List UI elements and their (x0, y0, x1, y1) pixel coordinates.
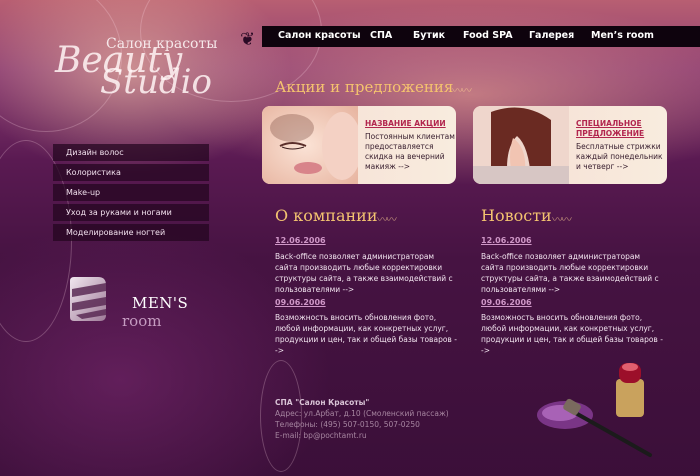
promo-card[interactable]: НАЗВАНИЕ АКЦИИ Постоянным клиентам предо… (262, 106, 456, 184)
wave-ornament-icon: 〰〰 (452, 84, 472, 97)
nav-item-boutique[interactable]: Бутик (413, 30, 445, 41)
footer-contacts: СПА "Салон Красоты" Адрес: ул.Арбат, д.1… (275, 397, 449, 441)
sidebar-item-makeup[interactable]: Make-up (53, 184, 209, 201)
news-entry-text: Back-office позволяет администраторам са… (481, 252, 659, 294)
sidebar-item-hand-foot-care[interactable]: Уход за руками и ногами (53, 204, 209, 221)
top-nav: Салон красоты СПА Бутик Food SPA Галерея… (262, 26, 700, 47)
sidebar-item-coloring[interactable]: Колористика (53, 164, 209, 181)
nav-item-salon[interactable]: Салон красоты (278, 30, 361, 41)
promo-heading: Акции и предложения (275, 78, 454, 96)
news-entry-text: Возможность вносить обновления фото, люб… (481, 313, 663, 355)
logo-script-studio: Studio (100, 62, 212, 102)
mens-room-title: MEN'S (132, 294, 189, 312)
footer-title: СПА "Салон Красоты" (275, 398, 370, 407)
promo-photo-face (262, 106, 358, 184)
footer-email[interactable]: E-mail: bp@pochtamt.ru (275, 430, 449, 441)
mens-room-badge-icon (70, 277, 106, 321)
footer-address: Адрес: ул.Арбат, д.10 (Смоленский пассаж… (275, 409, 449, 418)
wave-ornament-icon: 〰〰 (552, 213, 572, 226)
nav-item-food-spa[interactable]: Food SPA (463, 30, 513, 41)
nav-item-spa[interactable]: СПА (370, 30, 392, 41)
promo-card-text: Постоянным клиентам предоставляется скид… (365, 132, 455, 171)
sidebar-item-hair-design[interactable]: Дизайн волос (53, 144, 209, 161)
promo-card-title[interactable]: НАЗВАНИЕ АКЦИИ (365, 119, 453, 129)
about-entry-text: Возможность вносить обновления фото, люб… (275, 313, 457, 355)
footer-phones: Телефоны: (495) 507-0150, 507-0250 (275, 420, 420, 429)
promo-card-text: Бесплатные стрижки каждый понедельник и … (576, 142, 663, 171)
promo-card-title[interactable]: СПЕЦИАЛЬНОЕ ПРЕДЛОЖЕНИЕ (576, 119, 664, 139)
sidebar-item-nail-modeling[interactable]: Моделирование ногтей (53, 224, 209, 241)
about-heading: О компании (275, 206, 378, 225)
news-heading: Новости (481, 206, 552, 225)
news-entry-date[interactable]: 12.06.2006 (481, 236, 532, 245)
about-entry-date[interactable]: 09.06.2006 (275, 298, 326, 307)
mens-room-subtitle: room (122, 312, 162, 330)
cosmetics-illustration-icon (537, 363, 652, 457)
promo-card[interactable]: СПЕЦИАЛЬНОЕ ПРЕДЛОЖЕНИЕ Бесплатные стриж… (473, 106, 667, 184)
nav-item-gallery[interactable]: Галерея (529, 30, 574, 41)
promo-photo-hair (473, 106, 569, 184)
about-entry-date[interactable]: 12.06.2006 (275, 236, 326, 245)
nav-item-mens-room[interactable]: Men’s room (591, 30, 654, 41)
about-entry-text: Back-office позволяет администраторам са… (275, 252, 453, 294)
news-entry-date[interactable]: 09.06.2006 (481, 298, 532, 307)
wave-ornament-icon: 〰〰 (377, 213, 397, 226)
nav-ornament-icon: ❦ (240, 29, 256, 50)
